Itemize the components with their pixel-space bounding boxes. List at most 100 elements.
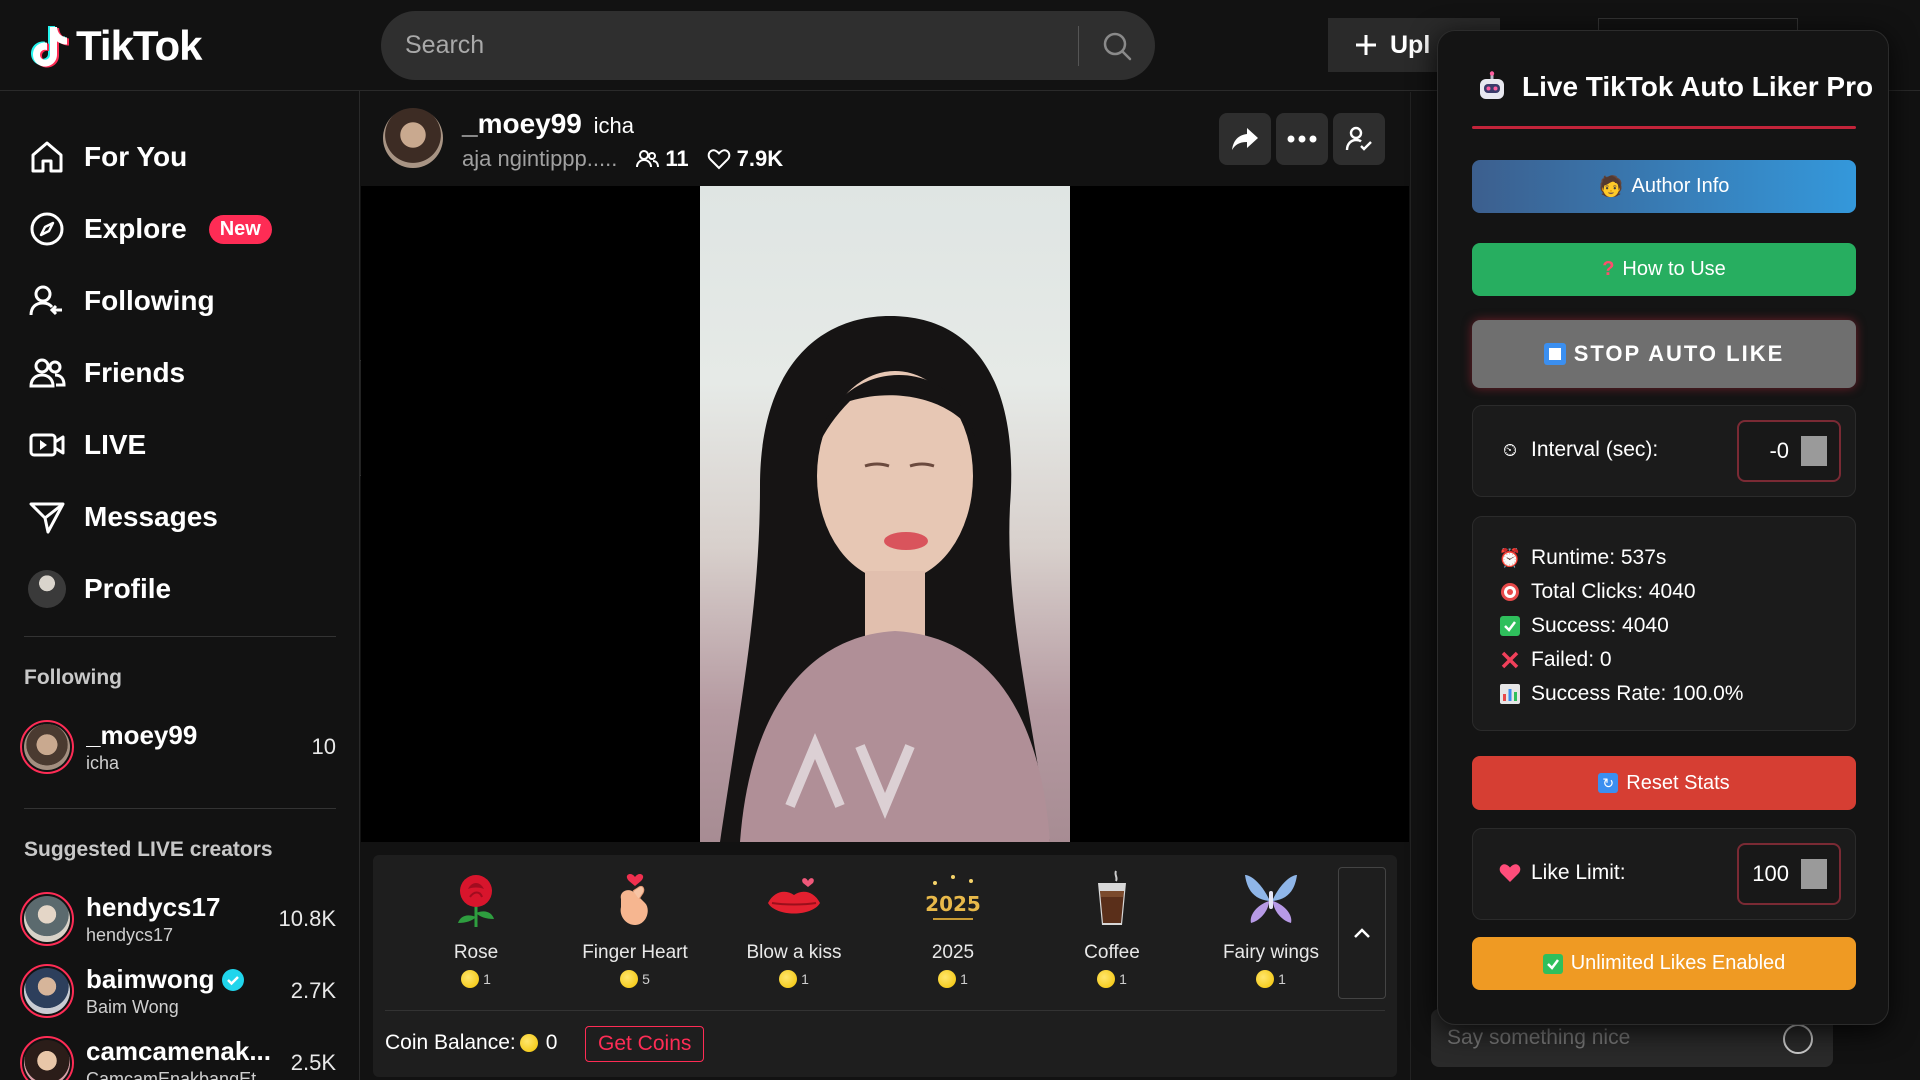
profile-avatar <box>28 570 66 608</box>
interval-value: -0 <box>1769 438 1789 463</box>
finger-heart-icon <box>620 874 648 925</box>
following-item[interactable]: _moey99 icha 10 <box>20 717 336 777</box>
host-name[interactable]: _moey99 icha <box>462 108 634 140</box>
suggested-creator[interactable]: camcamenak... CamcamEnakbangEt 2.5K <box>20 1033 336 1080</box>
viewer-count: 10.8K <box>278 906 337 931</box>
spinner-control[interactable] <box>1801 859 1827 889</box>
runtime-stat: ⏰ Runtime: 537s <box>1499 541 1855 575</box>
like-limit-input[interactable]: 100 <box>1737 843 1841 905</box>
nav-label: Friends <box>84 357 186 388</box>
search-input[interactable] <box>381 11 1078 80</box>
interval-setting: ⏲ Interval (sec): -0 <box>1472 405 1856 497</box>
emoji-icon[interactable] <box>1783 1024 1813 1054</box>
person-icon: 🧑 <box>1598 176 1624 198</box>
gift-price-value: 1 <box>483 971 491 987</box>
refresh-icon: ↻ <box>1598 773 1619 793</box>
upload-label: Upl <box>1390 30 1431 59</box>
nav-live[interactable]: LIVE <box>28 421 146 469</box>
nav-label: Profile <box>84 573 172 604</box>
nav-label: Explore <box>84 213 187 244</box>
nav-label: Following <box>84 285 215 316</box>
nav-friends[interactable]: Friends <box>28 349 185 397</box>
search-icon <box>1103 32 1132 60</box>
suggested-creator[interactable]: baimwong Baim Wong 2.7K <box>20 961 336 1021</box>
reset-stats-button[interactable]: ↻ Reset Stats <box>1472 756 1856 810</box>
host-username: _moey99 <box>462 108 582 139</box>
more-button[interactable] <box>1276 113 1328 165</box>
how-to-use-button[interactable]: ? How to Use <box>1472 243 1856 296</box>
suggested-creator[interactable]: hendycs17 hendycs17 10.8K <box>20 889 336 949</box>
live-video-frame[interactable] <box>700 186 1070 842</box>
like-limit-setting: Like Limit: 100 <box>1472 828 1856 920</box>
reset-stats-label: Reset Stats <box>1626 771 1730 794</box>
host-avatar[interactable] <box>383 108 443 168</box>
gift-panel: Rose 1 Finger Heart 5 Blow a kiss 1 2025… <box>373 855 1397 1077</box>
gift-price: 1 <box>401 970 551 988</box>
author-info-button[interactable]: 🧑 Author Info <box>1472 160 1856 213</box>
nav-messages[interactable]: Messages <box>28 493 218 541</box>
spinner-control[interactable] <box>1801 436 1827 466</box>
gift-price: 5 <box>560 970 710 988</box>
heart-icon <box>1499 862 1521 884</box>
verified-icon <box>221 968 244 991</box>
search-button[interactable] <box>1079 11 1155 80</box>
cross-icon <box>1499 649 1521 671</box>
gift-item[interactable]: Rose 1 <box>401 869 551 999</box>
gift-expand-button[interactable] <box>1338 867 1386 999</box>
success-rate-text: Success Rate: 100.0% <box>1531 682 1744 705</box>
live-video-stage[interactable] <box>361 186 1409 842</box>
interval-input[interactable]: -0 <box>1737 420 1841 482</box>
gift-item[interactable]: Finger Heart 5 <box>560 869 710 999</box>
nav-profile[interactable]: Profile <box>28 565 171 613</box>
share-button[interactable] <box>1219 113 1271 165</box>
nav-following[interactable]: Following <box>28 277 215 325</box>
check-box-icon <box>1542 953 1563 974</box>
gift-name: 2025 <box>931 942 975 963</box>
live-description: aja ngintippp..... <box>462 146 618 171</box>
2025-icon: 2025 <box>925 875 981 920</box>
creator-name: camcamenak... <box>86 1036 272 1066</box>
chevron-up-icon <box>1354 928 1370 938</box>
nav-label: For You <box>84 141 188 172</box>
runtime-text: Runtime: 537s <box>1531 546 1667 569</box>
fairy-wings-icon <box>1245 875 1297 923</box>
coin-icon <box>1256 970 1275 988</box>
streamer-figure <box>720 316 1050 842</box>
gift-item[interactable]: Fairy wings 1 <box>1196 869 1346 999</box>
nav-for-you[interactable]: For You <box>28 133 187 181</box>
coin-balance-label: Coin Balance: <box>385 1031 516 1054</box>
logo-text: TikTok <box>76 22 202 69</box>
suggested-heading: Suggested LIVE creators <box>24 838 273 861</box>
creator-name: baimwong <box>86 964 291 995</box>
coin-icon <box>519 1034 538 1052</box>
gift-price: 1 <box>1196 970 1346 988</box>
plus-icon <box>1356 35 1376 55</box>
stop-auto-like-button[interactable]: STOP AUTO LIKE <box>1472 320 1856 388</box>
like-count: 7.9K <box>736 146 784 171</box>
people-icon <box>636 150 660 168</box>
gift-item[interactable]: Blow a kiss 1 <box>719 869 869 999</box>
unlimited-likes-button[interactable]: Unlimited Likes Enabled <box>1472 937 1856 990</box>
target-icon <box>1499 581 1521 603</box>
follow-check-button[interactable] <box>1333 113 1385 165</box>
avatar <box>20 964 74 1018</box>
avatar <box>20 892 74 946</box>
avatar <box>20 720 74 774</box>
tiktok-logo[interactable]: TikTok <box>28 22 202 70</box>
get-coins-button[interactable]: Get Coins <box>585 1026 705 1062</box>
creator-sub: Baim Wong <box>86 997 179 1017</box>
gift-price-value: 5 <box>642 971 650 987</box>
nav-explore[interactable]: Explore New <box>28 205 272 253</box>
gift-item[interactable]: 2025 2025 1 <box>878 869 1028 999</box>
success-rate-stat: Success Rate: 100.0% <box>1499 677 1855 711</box>
gift-item[interactable]: Coffee 1 <box>1037 869 1187 999</box>
creator-sub: hendycs17 <box>86 925 174 945</box>
gift-name: Blow a kiss <box>746 942 842 963</box>
coin-icon <box>779 970 798 988</box>
more-dots-icon <box>1287 135 1317 143</box>
viewer-count: 2.5K <box>290 1050 336 1075</box>
creator-sub: CamcamEnakbangEt <box>86 1069 257 1080</box>
new-badge: New <box>208 214 272 244</box>
tiktok-note-icon <box>31 26 69 68</box>
creator-name: hendycs17 <box>86 892 221 922</box>
